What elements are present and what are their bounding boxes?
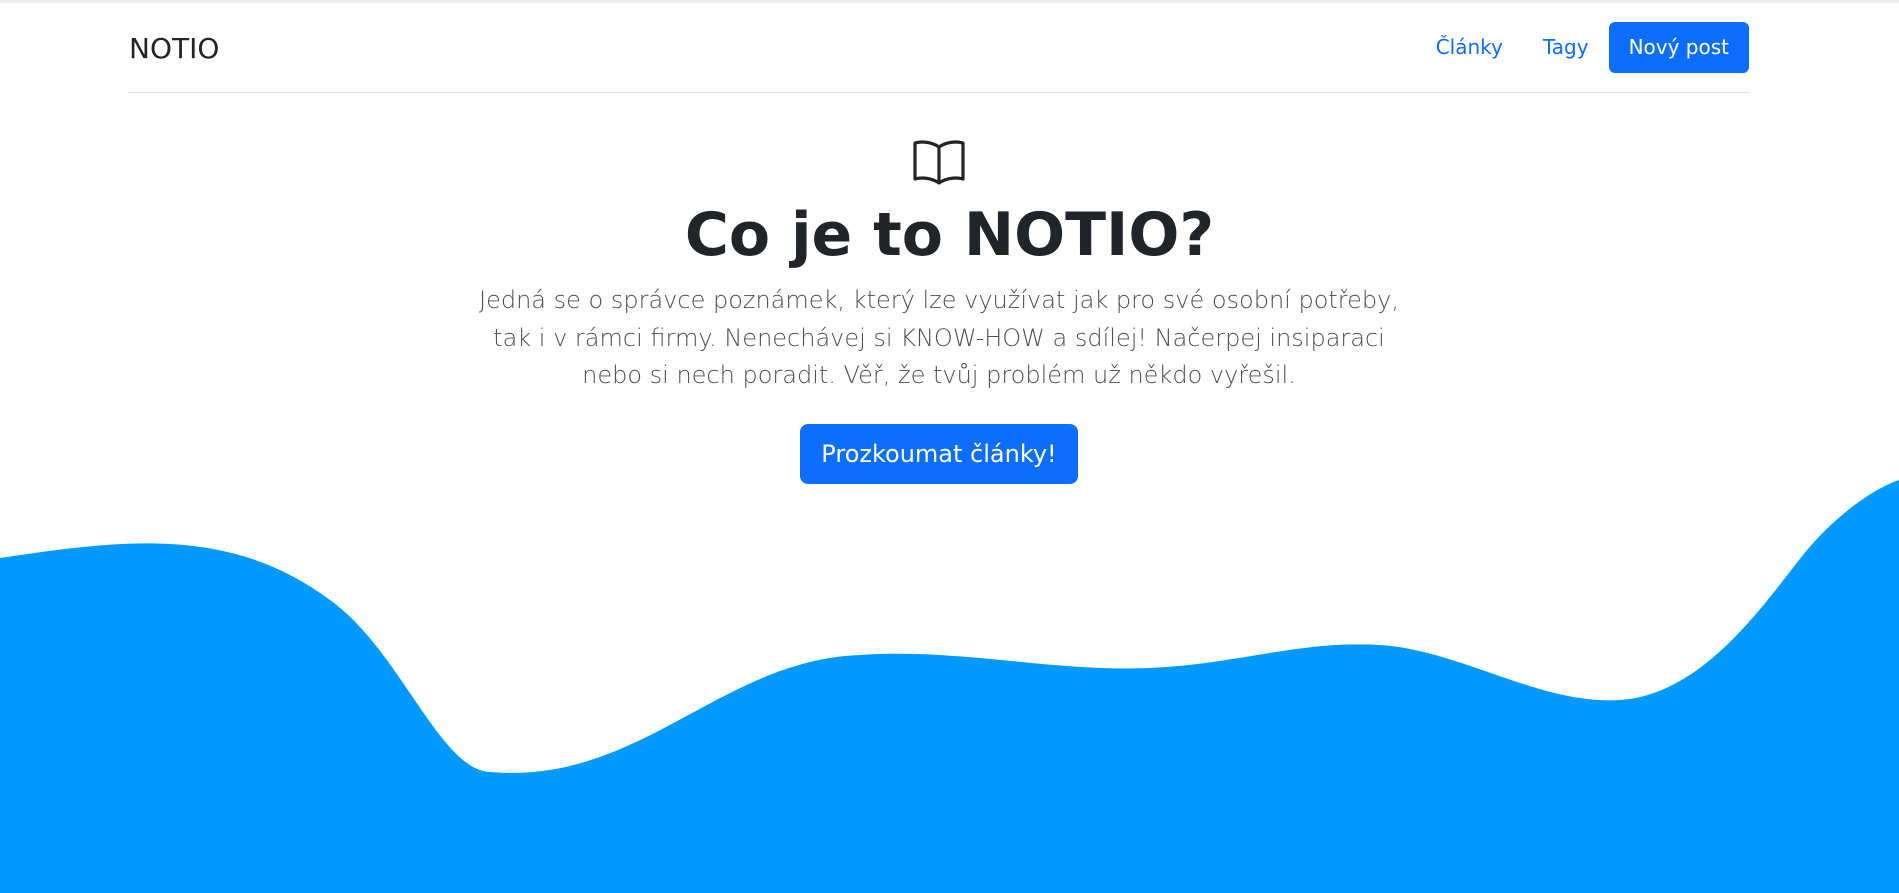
nav-link-articles[interactable]: Články [1416,22,1523,73]
nav-link-tags[interactable]: Tagy [1523,22,1609,73]
page: NOTIO Články Tagy Nový post Co je to NOT… [0,0,1899,893]
brand-logo[interactable]: NOTIO [129,30,219,68]
hero-description: Jedná se o správce poznámek, který lze v… [479,286,1399,389]
nav-links: Články Tagy Nový post [1416,22,1749,73]
explore-articles-button[interactable]: Prozkoumat články! [800,424,1078,484]
book-icon [913,140,965,185]
new-post-button[interactable]: Nový post [1608,22,1749,73]
navbar: NOTIO Články Tagy Nový post [128,0,1749,93]
hero-title: Co je to NOTIO? [684,200,1215,270]
